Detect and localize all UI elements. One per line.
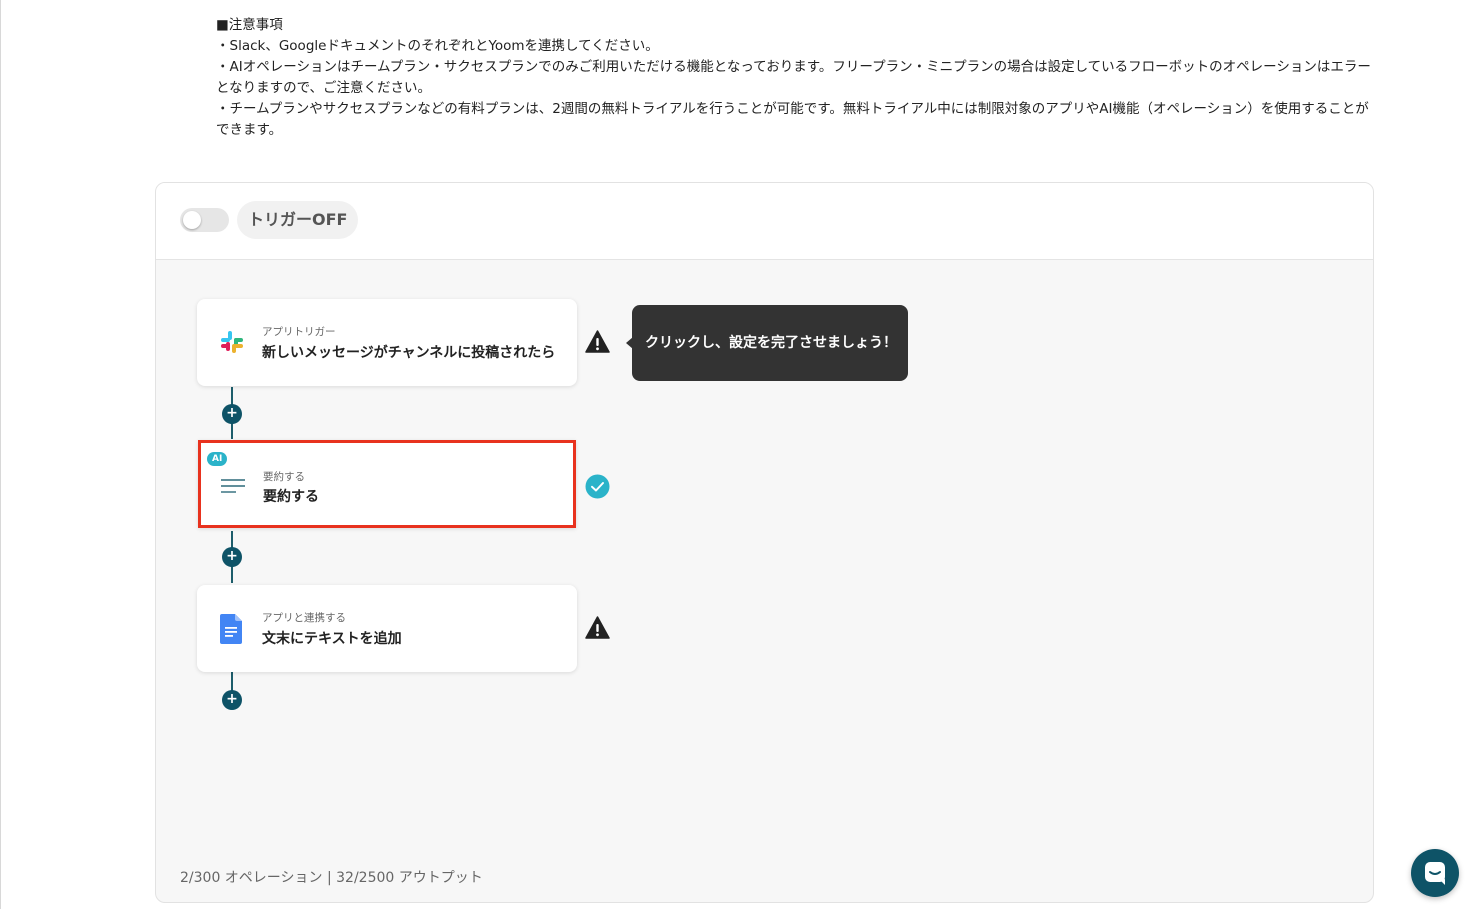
chat-icon [1425, 862, 1445, 885]
step-card-google-docs[interactable]: アプリと連携する 文末にテキストを追加 [197, 585, 577, 672]
step-type-label: 要約する [263, 471, 305, 483]
flow-panel: トリガーOFF + + + アプリトリガー 新しいメッセージがチャンネルに投稿さ… [155, 182, 1374, 903]
step-card-summarize[interactable]: AI 要約する 要約する [198, 440, 576, 528]
add-step-button[interactable]: + [222, 547, 242, 567]
tooltip-arrow [626, 337, 633, 349]
step-title: 新しいメッセージがチャンネルに投稿されたら [262, 345, 556, 361]
tooltip-text: クリックし、設定を完了させましょう！ [645, 335, 897, 351]
check-circle-icon [585, 474, 610, 499]
step-title: 文末にテキストを追加 [262, 631, 402, 647]
notes-line: ・Slack、GoogleドキュメントのそれぞれとYoomを連携してください。 [216, 38, 659, 54]
chat-support-button[interactable] [1411, 849, 1459, 897]
step-title: 要約する [263, 489, 319, 505]
usage-counter: 2/300 オペレーション | 32/2500 アウトプット [180, 870, 483, 886]
notes-heading: ■注意事項 [216, 17, 283, 33]
summary-lines-icon [221, 479, 245, 493]
notes-line: ・AIオペレーションはチームプラン・サクセスプランでのみご利用いただける機能とな… [216, 59, 1371, 96]
trigger-status-label: トリガーOFF [237, 201, 359, 239]
step-type-label: アプリと連携する [262, 612, 346, 624]
ai-badge: AI [207, 452, 228, 466]
step-card-slack-trigger[interactable]: アプリトリガー 新しいメッセージがチャンネルに投稿されたら [197, 299, 577, 386]
left-border [0, 0, 1, 909]
google-docs-icon [220, 614, 242, 644]
panel-header: トリガーOFF [156, 183, 1373, 260]
notes-line: ・チームプランやサクセスプランなどの有料プランは、2週間の無料トライアルを行うこ… [216, 101, 1369, 138]
warning-icon [585, 616, 610, 639]
step-type-label: アプリトリガー [262, 326, 336, 338]
setup-tooltip: クリックし、設定を完了させましょう！ [626, 305, 908, 381]
add-step-button[interactable]: + [222, 690, 242, 710]
toggle-knob [183, 211, 201, 229]
notes-section: ■注意事項 ・Slack、GoogleドキュメントのそれぞれとYoomを連携して… [216, 15, 1376, 141]
warning-icon [585, 330, 610, 353]
add-step-button[interactable]: + [222, 404, 242, 424]
slack-icon [221, 331, 243, 353]
trigger-toggle[interactable] [180, 208, 229, 232]
